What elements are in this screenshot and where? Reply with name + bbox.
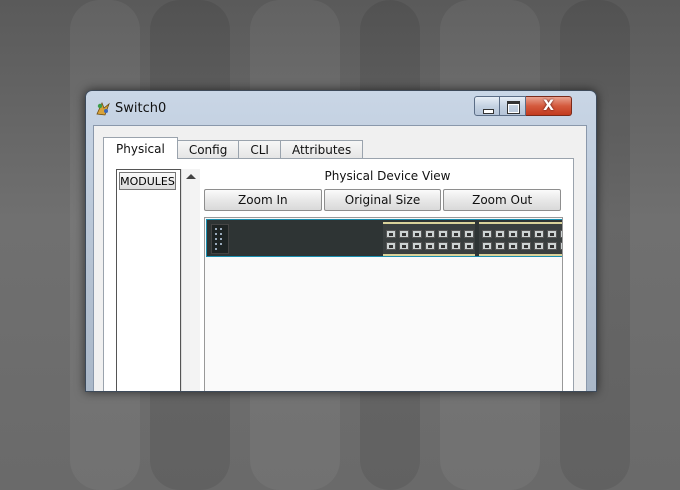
ethernet-port[interactable] [560,242,562,250]
window-controls: X [474,96,572,116]
tab-config[interactable]: Config [176,140,240,159]
tab-physical[interactable]: Physical [103,137,178,159]
ethernet-port[interactable] [464,230,474,238]
ethernet-port[interactable] [451,230,461,238]
ethernet-port[interactable] [438,242,448,250]
title-bar[interactable]: Switch0 X [86,91,596,125]
device-view-title: Physical Device View [324,169,451,183]
zoom-out-button[interactable]: Zoom Out [443,189,562,211]
console-ports [211,224,229,254]
ethernet-port[interactable] [425,230,435,238]
ethernet-port[interactable] [399,242,409,250]
physical-tab-panel: MODULES Physical Device View Zoom In Ori… [103,158,574,391]
maximize-button[interactable] [500,96,526,116]
close-button[interactable]: X [526,96,572,116]
tab-bar: Physical Config CLI Attributes [103,137,364,159]
ethernet-port[interactable] [482,242,492,250]
ethernet-port[interactable] [438,230,448,238]
original-size-button[interactable]: Original Size [323,189,442,211]
ethernet-port[interactable] [425,242,435,250]
ethernet-port[interactable] [508,230,518,238]
port-group-label-strip [479,254,562,256]
window-title: Switch0 [115,101,167,116]
ethernet-port[interactable] [399,230,409,238]
scroll-up-arrow-icon[interactable] [186,174,196,179]
ethernet-port[interactable] [560,230,562,238]
ethernet-port[interactable] [547,230,557,238]
ethernet-port[interactable] [495,242,505,250]
modules-scrollbar[interactable] [181,169,200,391]
modules-list[interactable]: MODULES [116,169,181,391]
ethernet-port[interactable] [521,242,531,250]
zoom-toolbar: Zoom In Original Size Zoom Out [204,189,562,211]
tab-attributes[interactable]: Attributes [279,140,364,159]
minimize-icon [483,109,494,114]
close-icon: X [543,98,554,114]
port-group [479,222,562,256]
ethernet-port[interactable] [482,230,492,238]
ethernet-port[interactable] [534,242,544,250]
ethernet-port[interactable] [386,230,396,238]
ethernet-port[interactable] [451,242,461,250]
switch-chassis-image[interactable] [206,219,562,257]
ethernet-port[interactable] [412,230,422,238]
window-client-area: Physical Config CLI Attributes MODULES P… [93,125,587,391]
physical-device-view[interactable] [204,217,563,391]
ethernet-port[interactable] [412,242,422,250]
ethernet-port[interactable] [386,242,396,250]
zoom-in-button[interactable]: Zoom In [204,189,322,211]
minimize-button[interactable] [474,96,500,116]
packet-tracer-icon [96,101,110,116]
ethernet-port[interactable] [464,242,474,250]
ethernet-port[interactable] [508,242,518,250]
switch-window: Switch0 X Physical Config CLI Attributes… [85,90,597,392]
modules-button[interactable]: MODULES [119,172,176,190]
maximize-icon [507,101,520,114]
ethernet-port[interactable] [521,230,531,238]
port-group-label-strip [383,254,475,256]
ethernet-port[interactable] [534,230,544,238]
port-group [383,222,475,256]
ethernet-port[interactable] [495,230,505,238]
tab-cli[interactable]: CLI [238,140,281,159]
ethernet-port[interactable] [547,242,557,250]
